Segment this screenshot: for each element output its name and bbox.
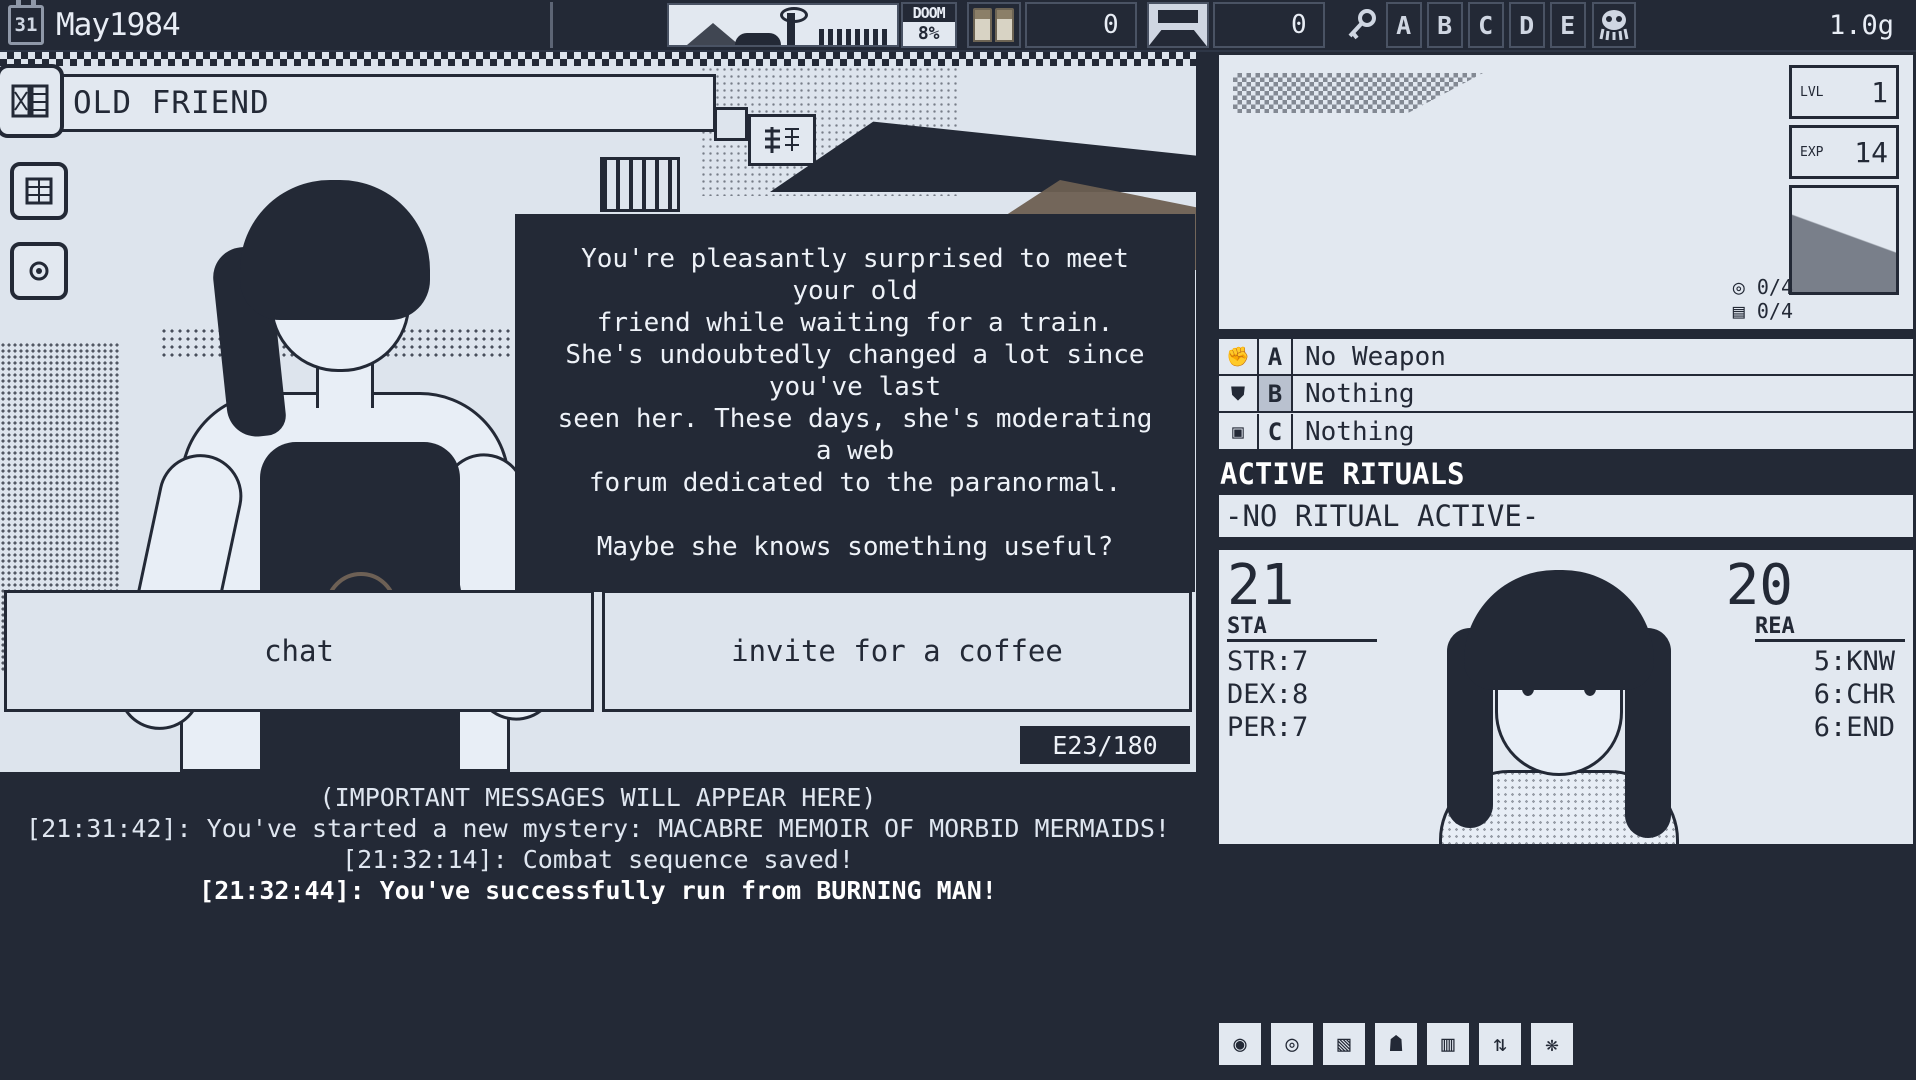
letter-slot-label: B xyxy=(1437,10,1453,40)
active-rituals-body: -NO RITUAL ACTIVE- xyxy=(1216,492,1916,540)
equipment-row-a[interactable]: ✊ A No Weapon xyxy=(1219,339,1913,376)
target-icon: ◎ xyxy=(1732,275,1757,299)
character-stats-panel: LVL 1 EXP 14 ◎ 0/4 ▤ 0/4 xyxy=(1216,52,1916,332)
locker-counter: 0 xyxy=(1212,2,1325,48)
equipment-row-b[interactable]: ⛊ B Nothing xyxy=(1219,376,1913,413)
log-line: [21:32:44]: You've successfully run from… xyxy=(199,876,997,905)
spiral2-icon[interactable]: ◎ xyxy=(1268,1020,1316,1068)
equipment-key: C xyxy=(1259,414,1293,449)
level-value: 1 xyxy=(1871,75,1888,109)
bag-counter: ▤ 0/4 xyxy=(1732,299,1793,323)
sun-icon[interactable] xyxy=(10,242,68,300)
exp-label: EXP xyxy=(1800,144,1824,160)
letter-slot-b[interactable]: B xyxy=(1426,2,1463,48)
letter-slot-label: D xyxy=(1519,10,1535,40)
divider xyxy=(549,2,553,48)
doom-value: 8% xyxy=(902,22,955,46)
game-screen: 31 May1984 DOOM 8% 0 0 A B C D E 1.0g OL… xyxy=(0,0,1916,1080)
bag-icon: ▤ xyxy=(1732,299,1757,323)
level-box: LVL 1 xyxy=(1789,65,1899,119)
pill-counter: 0 xyxy=(1024,2,1137,48)
bottom-toolbar: ◉ ◎ ▧ ☗ ▥ ⇅ ❋ xyxy=(1216,1014,1916,1074)
book-icon[interactable] xyxy=(10,162,68,220)
target-counter: ◎ 0/4 xyxy=(1732,275,1793,299)
message-log: (IMPORTANT MESSAGES WILL APPEAR HERE) [2… xyxy=(0,772,1196,1080)
dialog-text: You're pleasantly surprised to meet your… xyxy=(557,244,1153,562)
doom-label: DOOM xyxy=(902,4,955,22)
person-icon[interactable]: ☗ xyxy=(1372,1020,1420,1068)
letter-slot-label: C xyxy=(1478,10,1494,40)
letter-slot-a[interactable]: A xyxy=(1385,2,1422,48)
spiral-icon[interactable]: ◉ xyxy=(1216,1020,1264,1068)
equipment-key: B xyxy=(1259,376,1293,411)
calendar-icon: 31 xyxy=(8,0,44,45)
key-icon[interactable] xyxy=(1341,5,1381,45)
letter-slot-label: E xyxy=(1560,10,1576,40)
right-sidebar: LVL 1 EXP 14 ◎ 0/4 ▤ 0/4 ✊ A No Weapon ⛊… xyxy=(1196,52,1916,1080)
nameplate: OLD FRIEND xyxy=(6,74,716,132)
choice-button-chat[interactable]: chat xyxy=(4,590,594,712)
sketch-decoration xyxy=(1233,73,1483,113)
dialog-box: You're pleasantly surprised to meet your… xyxy=(515,214,1195,592)
primary-attributes: STR:7 DEX:8 PER:7 xyxy=(1227,646,1309,743)
secondary-attributes: 5:KNW 6:CHR 6:END xyxy=(1813,646,1895,743)
locker-icon[interactable] xyxy=(1146,2,1209,48)
attributes-panel: 21 STA STR:7 DEX:8 PER:7 20 REA 5:KNW 6:… xyxy=(1216,547,1916,847)
scene-viewport: OLD FRIEND You're pleasantly surprised t… xyxy=(0,52,1196,772)
letter-slot-label: A xyxy=(1396,10,1412,40)
landscape-scene-icon xyxy=(666,3,899,47)
weight-display: 1.0g xyxy=(1828,9,1894,41)
exp-value: 14 xyxy=(1854,135,1888,169)
top-status-bar: 31 May1984 DOOM 8% 0 0 A B C D E 1.0g xyxy=(0,0,1916,52)
equipment-row-c[interactable]: ▣ C Nothing xyxy=(1219,413,1913,450)
pills-icon[interactable] xyxy=(966,2,1021,48)
doom-meter: DOOM 8% xyxy=(900,2,957,48)
window-icon xyxy=(600,157,680,212)
equipment-panel: ✊ A No Weapon ⛊ B Nothing ▣ C Nothing xyxy=(1216,336,1916,452)
date-display: May1984 xyxy=(56,7,181,43)
equipment-name: Nothing xyxy=(1305,378,1415,409)
reason-label: REA xyxy=(1755,614,1905,642)
scene-marker xyxy=(714,107,748,141)
letter-slot-e[interactable]: E xyxy=(1549,2,1586,48)
chart-icon[interactable]: ▧ xyxy=(1320,1020,1368,1068)
mini-counters: ◎ 0/4 ▤ 0/4 xyxy=(1633,275,1793,323)
kanji-badge-icon[interactable] xyxy=(748,114,816,166)
level-label: LVL xyxy=(1800,84,1824,100)
scroll-icon: ▣ xyxy=(1219,414,1259,449)
choice-button-invite-coffee[interactable]: invite for a coffee xyxy=(602,590,1192,712)
log-line: [21:31:42]: You've started a new mystery… xyxy=(26,814,1170,843)
stamina-value: 21 xyxy=(1227,553,1295,618)
equipment-name: No Weapon xyxy=(1305,341,1446,372)
graph-thumbnail xyxy=(1789,185,1899,295)
letter-slot-d[interactable]: D xyxy=(1508,2,1545,48)
stamina-label: STA xyxy=(1227,614,1377,642)
choice-buttons: chat invite for a coffee xyxy=(0,590,1196,712)
armor-icon: ⛊ xyxy=(1219,376,1259,411)
checker-border xyxy=(0,52,1196,66)
building-icon[interactable]: ▥ xyxy=(1424,1020,1472,1068)
letter-slot-c[interactable]: C xyxy=(1467,2,1504,48)
octopus-icon[interactable] xyxy=(1591,2,1636,48)
calendar-day: 31 xyxy=(14,14,38,36)
equipment-key: A xyxy=(1259,339,1293,374)
face-portrait-icon[interactable] xyxy=(0,64,64,138)
player-portrait xyxy=(1409,570,1709,844)
log-header: (IMPORTANT MESSAGES WILL APPEAR HERE) xyxy=(319,783,877,812)
octopus-icon[interactable]: ❋ xyxy=(1528,1020,1576,1068)
active-rituals-header: ACTIVE RITUALS xyxy=(1216,456,1916,492)
reason-value: 20 xyxy=(1725,553,1793,618)
fist-icon: ✊ xyxy=(1219,339,1259,374)
exchange-icon[interactable]: ⇅ xyxy=(1476,1020,1524,1068)
equipment-name: Nothing xyxy=(1305,416,1415,447)
log-line: [21:32:14]: Combat sequence saved! xyxy=(342,845,854,874)
energy-counter: E23/180 xyxy=(1020,726,1190,764)
exp-box: EXP 14 xyxy=(1789,125,1899,179)
